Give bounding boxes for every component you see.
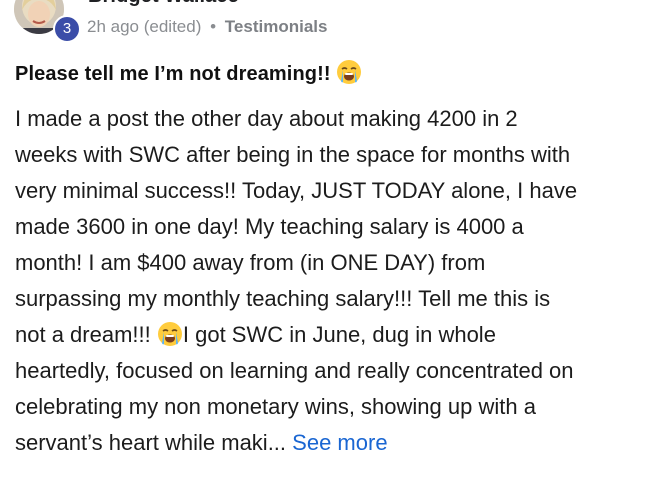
body-line: month! I am $400 away from (in ONE DAY) … xyxy=(15,250,486,275)
meta-separator: • xyxy=(210,17,217,36)
body-line: very minimal success!! Today, JUST TODAY… xyxy=(15,178,578,203)
community-post: 3 Bridget Wallace 2h ago (edited) • Test… xyxy=(0,0,645,488)
body-line: surpassing my monthly teaching salary!!!… xyxy=(15,286,551,311)
body-line-with-emoji: not a dream!!! I got SWC in June, dug in… xyxy=(15,317,635,353)
body-line: weeks with SWC after being in the space … xyxy=(15,142,571,167)
body-text: not a dream!!! xyxy=(15,322,151,347)
body-line: made 3600 in one day! My teaching salary… xyxy=(15,214,524,239)
body-text: I got SWC in June, dug in whole xyxy=(182,322,496,347)
post-category[interactable]: Testimonials xyxy=(225,17,328,36)
level-badge: 3 xyxy=(53,15,81,43)
see-more-link[interactable]: See more xyxy=(292,430,387,455)
body-line: I made a post the other day about making… xyxy=(15,106,518,131)
post-title-text: Please tell me I’m not dreaming!! xyxy=(15,63,331,85)
author-name[interactable]: Bridget Wallace xyxy=(88,0,239,8)
body-line: celebrating my non monetary wins, showin… xyxy=(15,394,536,419)
loudly-crying-face-icon xyxy=(157,321,183,347)
author-avatar-group[interactable]: 3 xyxy=(14,0,81,43)
post-body: I made a post the other day about making… xyxy=(15,101,635,461)
post-header: 3 Bridget Wallace 2h ago (edited) • Test… xyxy=(0,0,645,48)
body-text: servant’s heart while maki... xyxy=(15,430,287,455)
post-timestamp[interactable]: 2h ago (edited) xyxy=(87,17,201,36)
post-title: Please tell me I’m not dreaming!! xyxy=(15,59,362,86)
body-line-truncated: servant’s heart while maki... See more xyxy=(15,425,635,461)
loudly-crying-face-icon xyxy=(336,59,362,85)
post-meta: 2h ago (edited) • Testimonials xyxy=(87,17,327,37)
body-line: heartedly, focused on learning and reall… xyxy=(15,358,574,383)
